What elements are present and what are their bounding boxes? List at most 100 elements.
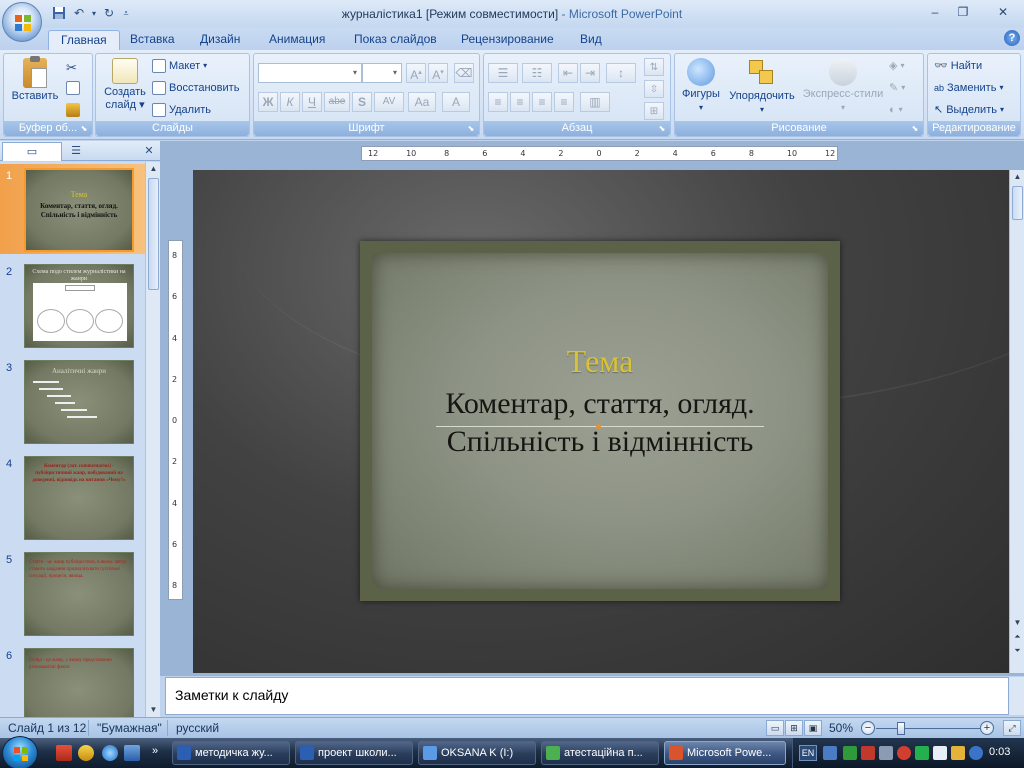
quicklaunch-app-icon[interactable] (56, 745, 72, 761)
dialog-launcher-icon[interactable]: ⬊ (657, 124, 667, 134)
dialog-launcher-icon[interactable]: ⬊ (910, 124, 920, 134)
justify-icon[interactable]: ≡ (554, 92, 574, 112)
tab-home[interactable]: Главная (48, 30, 120, 50)
shape-fill-button[interactable]: ◈ ▾ (889, 56, 904, 76)
zoom-in-icon[interactable]: + (980, 721, 994, 735)
shape-outline-button[interactable]: ✎ ▾ (889, 78, 905, 98)
select-button[interactable]: ↖ Выделить ▾ (934, 100, 1004, 120)
close-button[interactable]: ✕ (990, 2, 1016, 22)
new-slide-button[interactable]: Создать слайд ▾ (100, 58, 150, 112)
slideshow-view-icon[interactable]: ▣ (804, 720, 822, 736)
scroll-up-icon[interactable]: ▲ (146, 162, 161, 176)
font-name-field[interactable]: ▾ (258, 63, 362, 83)
slide-subtitle-line-1[interactable]: Коментар, стаття, огляд. (360, 387, 840, 421)
scroll-down-icon[interactable]: ▼ (146, 703, 161, 717)
fit-to-window-icon[interactable]: ⤢ (1003, 720, 1021, 736)
tab-view[interactable]: Вид (568, 30, 614, 50)
italic-button[interactable]: К (280, 92, 300, 112)
tray-app-icon[interactable] (951, 746, 965, 760)
strikethrough-button[interactable]: abe (324, 92, 350, 112)
help-icon[interactable]: ? (1004, 30, 1020, 46)
slide-thumbnail-5[interactable]: 5 Стаття - це жанр публіцистики, в якому… (0, 548, 145, 638)
tab-insert[interactable]: Вставка (118, 30, 187, 50)
bold-button[interactable]: Ж (258, 92, 278, 112)
scroll-down-icon[interactable]: ▼ (1010, 616, 1024, 630)
clock[interactable]: 0:03 (989, 746, 1010, 758)
notes-pane[interactable]: Заметки к слайду (165, 677, 1009, 715)
align-left-icon[interactable]: ≡ (488, 92, 508, 112)
shapes-button[interactable]: Фигуры ▾ (679, 58, 723, 114)
scrollbar-thumb[interactable] (148, 178, 159, 290)
tray-volume-icon[interactable] (879, 746, 893, 760)
arrange-button[interactable]: Упорядочить ▾ (723, 58, 801, 116)
office-button[interactable] (2, 2, 42, 42)
reset-button[interactable]: Восстановить (152, 78, 239, 98)
tab-outline[interactable]: ☰ (64, 142, 88, 161)
tray-antivirus-icon[interactable] (861, 746, 875, 760)
tray-safely-remove-icon[interactable] (933, 746, 947, 760)
taskbar-item[interactable]: OKSANA K (I:) (418, 741, 536, 765)
columns-icon[interactable]: ▥ (580, 92, 610, 112)
language-bar[interactable]: EN (799, 745, 817, 761)
slide-thumbnail-4[interactable]: 4 Коментар (лат. commentarius) - публіци… (0, 452, 145, 542)
start-button[interactable] (2, 736, 38, 768)
replace-button[interactable]: ab Заменить ▾ (934, 78, 1003, 98)
dialog-launcher-icon[interactable]: ⬊ (466, 124, 476, 134)
minimize-button[interactable]: – (922, 2, 948, 22)
layout-button[interactable]: Макет ▾ (152, 56, 207, 76)
align-text-icon[interactable]: ⇳ (644, 80, 664, 98)
internet-explorer-icon[interactable] (102, 745, 118, 761)
zoom-slider[interactable] (876, 728, 980, 729)
scroll-up-icon[interactable]: ▲ (1010, 170, 1024, 184)
tray-network-icon[interactable] (843, 746, 857, 760)
text-direction-icon[interactable]: ⇅ (644, 58, 664, 76)
tab-design[interactable]: Дизайн (188, 30, 252, 50)
quicklaunch-more-icon[interactable]: » (152, 745, 158, 757)
taskbar-item[interactable]: методичка жу... (172, 741, 290, 765)
close-panel-icon[interactable]: ✕ (140, 142, 158, 161)
current-slide[interactable]: Тема Коментар, стаття, огляд. Спільність… (360, 241, 840, 601)
zoom-level[interactable]: 50% (829, 721, 853, 735)
align-center-icon[interactable]: ≡ (510, 92, 530, 112)
shrink-font-button[interactable]: A▾ (428, 63, 448, 83)
tab-slideshow[interactable]: Показ слайдов (342, 30, 449, 50)
cut-button[interactable]: ✂ (66, 58, 77, 78)
slide-thumbnail-6[interactable]: 6 Огляд - це жанр, у якому представлено … (0, 644, 145, 717)
find-button[interactable]: 👓 Найти (934, 56, 982, 76)
slide-title[interactable]: Тема (360, 343, 840, 380)
underline-button[interactable]: Ч (302, 92, 322, 112)
taskbar-item[interactable]: проект школи... (295, 741, 413, 765)
slide-sorter-icon[interactable]: ⊞ (785, 720, 803, 736)
dialog-launcher-icon[interactable]: ⬊ (79, 124, 89, 134)
align-right-icon[interactable]: ≡ (532, 92, 552, 112)
slide-vertical-scrollbar[interactable]: ▲ ▼ ⏶ ⏷ (1009, 170, 1024, 673)
theme-name[interactable]: "Бумажная" (97, 721, 162, 735)
smartart-icon[interactable]: ⊞ (644, 102, 664, 120)
scrollbar-thumb[interactable] (1012, 186, 1023, 220)
slide-subtitle-line-2[interactable]: Спільність і відмінність (360, 425, 840, 459)
taskbar-item[interactable]: атестаційна п... (541, 741, 659, 765)
numbering-icon[interactable]: ☷ (522, 63, 552, 83)
increase-indent-icon[interactable]: ⇥ (580, 63, 600, 83)
shadow-button[interactable]: S (352, 92, 372, 112)
slide-thumbnail-1[interactable]: 1 Тема Коментар, стаття, огляд. Спільніс… (0, 164, 145, 254)
decrease-indent-icon[interactable]: ⇤ (558, 63, 578, 83)
line-spacing-icon[interactable]: ↕ (606, 63, 636, 83)
copy-button[interactable] (66, 78, 80, 98)
tab-slides-thumbnails[interactable]: ▭ (2, 142, 62, 161)
change-case-button[interactable]: Aa (408, 92, 436, 112)
restore-button[interactable]: ❐ (950, 2, 976, 22)
delete-slide-button[interactable]: Удалить (152, 100, 211, 120)
notes-scrollbar[interactable] (1009, 677, 1024, 715)
quick-styles-button[interactable]: Экспресс-стили ▾ (801, 58, 885, 114)
tray-app-icon[interactable] (897, 746, 911, 760)
previous-slide-icon[interactable]: ⏶ (1010, 630, 1024, 644)
tray-help-icon[interactable] (823, 746, 837, 760)
zoom-slider-handle[interactable] (897, 722, 905, 735)
grow-font-button[interactable]: A▴ (406, 63, 426, 83)
font-size-field[interactable]: ▾ (362, 63, 402, 83)
shape-effects-button[interactable]: ◐ ▾ (889, 100, 903, 120)
tray-app-icon[interactable] (969, 746, 983, 760)
clear-formatting-icon[interactable]: ⌫ (454, 63, 474, 83)
quicklaunch-app-icon[interactable] (78, 745, 94, 761)
